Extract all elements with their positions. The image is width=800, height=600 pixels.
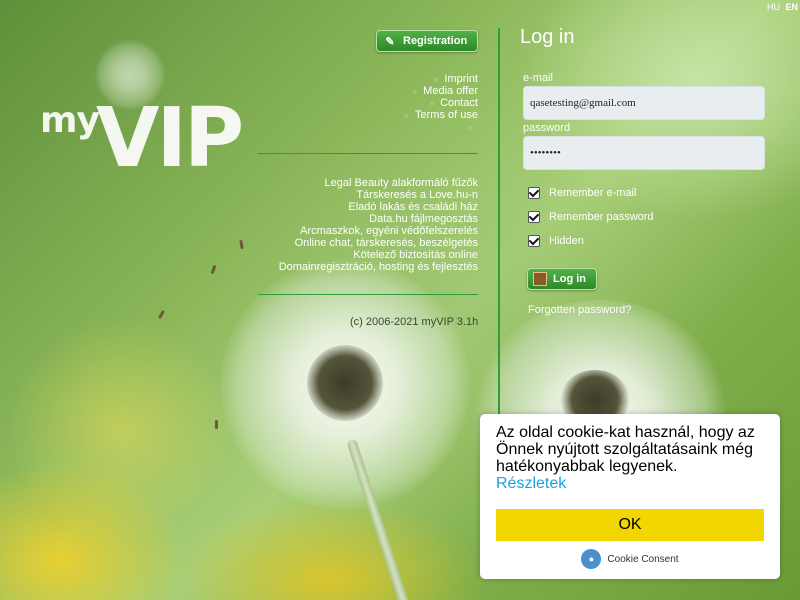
forgot-password-link[interactable]: Forgotten password? — [528, 304, 631, 316]
partner-link[interactable]: Társkeresés a Love.hu-n — [279, 189, 478, 201]
menu-link-contact[interactable]: » Contact — [404, 97, 478, 109]
vertical-divider — [498, 28, 500, 414]
partner-link[interactable]: Online chat, társkeresés, beszélgetés — [279, 237, 478, 249]
cookie-message: Az oldal cookie-kat használ, hogy az Önn… — [496, 424, 755, 475]
menu-link-empty[interactable]: » — [404, 121, 478, 133]
arrow-icon: » — [466, 122, 472, 132]
partner-link[interactable]: Domainregisztráció, hosting és fejleszté… — [279, 261, 478, 273]
cookie-icon: ● — [581, 549, 602, 569]
cookie-brand-label: Cookie Consent — [607, 553, 679, 565]
divider — [258, 153, 478, 154]
registration-icon: ✎ — [385, 35, 395, 48]
partner-link[interactable]: Data.hu fájlmegosztás — [279, 213, 478, 225]
language-switcher: HU EN — [764, 2, 798, 12]
lang-en-link[interactable]: EN — [785, 2, 798, 12]
remember-password-checkbox[interactable] — [528, 210, 540, 223]
login-button[interactable]: Log in — [527, 268, 597, 290]
lang-hu-link[interactable]: HU — [767, 2, 780, 12]
hidden-label: Hidden — [549, 235, 584, 247]
login-title: Log in — [520, 26, 575, 48]
remember-email-row: Remember e-mail — [528, 186, 637, 199]
remember-password-row: Remember password — [528, 210, 654, 223]
partner-link[interactable]: Kötelező biztosítás online — [279, 249, 478, 261]
cookie-details-link[interactable]: Részletek — [496, 475, 764, 493]
door-icon — [533, 272, 547, 286]
cookie-consent-brand: ● Cookie Consent — [480, 549, 780, 569]
password-field[interactable] — [523, 136, 765, 170]
partner-link[interactable]: Eladó lakás és családi ház — [279, 201, 478, 213]
arrow-icon: » — [412, 86, 418, 96]
password-label: password — [523, 122, 571, 134]
footer-menu: » Imprint » Media offer » Contact » Terms of… — [404, 73, 478, 133]
partner-link[interactable]: Arcmaszkok, egyéni védőfelszerelés — [279, 225, 478, 237]
menu-link-media-offer[interactable]: » Media offer — [404, 85, 478, 97]
cookie-ok-button[interactable]: OK — [496, 509, 764, 541]
copyright-text: (c) 2006-2021 myVIP 3.1h — [350, 316, 479, 328]
remember-email-checkbox[interactable] — [528, 186, 540, 199]
partner-links: Legal Beauty alakformáló fűzők Társkeres… — [279, 177, 478, 273]
arrow-icon: » — [429, 98, 435, 108]
arrow-icon: » — [433, 74, 439, 84]
remember-password-label: Remember password — [549, 211, 654, 223]
email-label: e-mail — [523, 72, 553, 84]
remember-email-label: Remember e-mail — [549, 187, 637, 199]
cookie-banner: Az oldal cookie-kat használ, hogy az Önn… — [480, 414, 780, 579]
menu-link-imprint[interactable]: » Imprint — [404, 73, 478, 85]
arrow-icon: » — [404, 110, 410, 120]
hidden-checkbox[interactable] — [528, 234, 540, 247]
partner-link[interactable]: Legal Beauty alakformáló fűzők — [279, 177, 478, 189]
registration-button[interactable]: ✎ Registration — [376, 30, 478, 52]
divider — [258, 294, 478, 295]
logo-vip-text: VIP — [96, 91, 244, 186]
logo-my-text: my — [40, 100, 100, 141]
registration-label: Registration — [403, 35, 468, 47]
menu-link-terms[interactable]: » Terms of use — [404, 109, 478, 121]
login-button-label: Log in — [553, 273, 586, 285]
email-field[interactable] — [523, 86, 765, 120]
hidden-row: Hidden — [528, 234, 584, 247]
